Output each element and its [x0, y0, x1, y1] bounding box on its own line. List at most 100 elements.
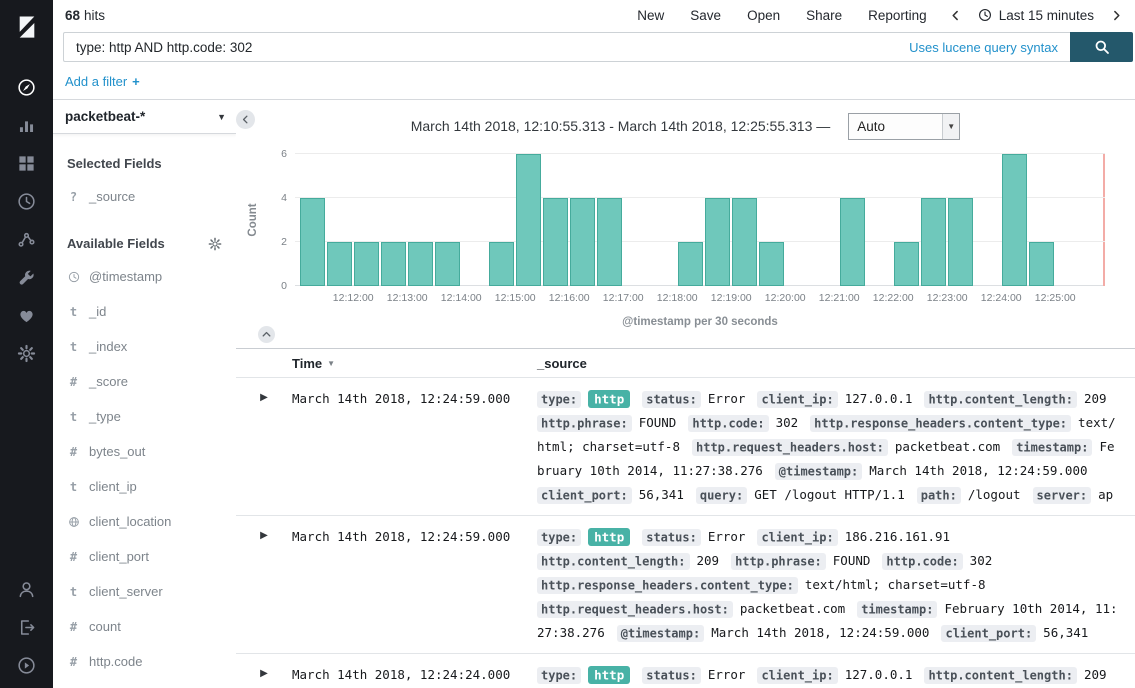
source-field-value: FOUND: [833, 553, 871, 568]
menu-save[interactable]: Save: [690, 8, 721, 23]
histogram-bar[interactable]: [678, 242, 703, 286]
histogram-bar[interactable]: [408, 242, 433, 286]
histogram-bar[interactable]: [948, 198, 973, 286]
histogram-bar[interactable]: [354, 242, 379, 286]
source-field-name: http.content_length:: [924, 667, 1077, 684]
histogram-bar[interactable]: [489, 242, 514, 286]
histogram-bar[interactable]: [840, 198, 865, 286]
field-item-_id[interactable]: t_id: [67, 294, 226, 329]
timepicker-button[interactable]: Last 15 minutes: [978, 8, 1094, 23]
histogram-bar[interactable]: [570, 198, 595, 286]
timepicker-label: Last 15 minutes: [999, 8, 1094, 23]
number-field-icon: #: [67, 620, 80, 634]
source-field-name: status:: [642, 667, 701, 684]
nav-item-machine-learning[interactable]: [0, 220, 53, 258]
histogram-bar[interactable]: [894, 242, 919, 286]
source-field-value: 186.216.161.91: [845, 529, 950, 544]
field-label: http.code: [89, 654, 143, 669]
source-field-value: 209: [697, 553, 720, 568]
histogram-bar[interactable]: [1029, 242, 1054, 286]
histogram-bar[interactable]: [597, 198, 622, 286]
field-item-count[interactable]: #count: [67, 609, 226, 644]
timepicker-forward-button[interactable]: [1110, 9, 1123, 22]
field-label: client_port: [89, 549, 149, 564]
histogram-bar[interactable]: [435, 242, 460, 286]
lucene-syntax-link[interactable]: Uses lucene query syntax: [909, 40, 1058, 55]
histogram-bar[interactable]: [300, 198, 325, 286]
interval-value: Auto: [857, 119, 885, 134]
dev-tools-icon: [17, 268, 36, 287]
doc-table-body: ▶March 14th 2018, 12:24:59.000type:https…: [236, 378, 1135, 688]
timepicker-back-button[interactable]: [949, 9, 962, 22]
search-button[interactable]: [1070, 32, 1133, 62]
field-item-client_port[interactable]: #client_port: [67, 539, 226, 574]
time-column-header[interactable]: Time ▼: [292, 356, 537, 371]
nav-item-logout[interactable]: [0, 608, 53, 646]
source-field-value: Error: [708, 529, 746, 544]
menu-share[interactable]: Share: [806, 8, 842, 23]
histogram-bar[interactable]: [921, 198, 946, 286]
nav-item-visualize[interactable]: [0, 106, 53, 144]
expand-row-button[interactable]: ▶: [236, 387, 292, 507]
histogram-bar[interactable]: [732, 198, 757, 286]
histogram-bar[interactable]: [543, 198, 568, 286]
nav-item-dev-tools[interactable]: [0, 258, 53, 296]
source-field-name: http.phrase:: [731, 553, 826, 570]
field-item-client_ip[interactable]: tclient_ip: [67, 469, 226, 504]
field-item-_index[interactable]: t_index: [67, 329, 226, 364]
nav-item-account[interactable]: [0, 570, 53, 608]
index-pattern-selector[interactable]: packetbeat-* ▼: [53, 100, 236, 134]
field-item-@timestamp[interactable]: @timestamp: [67, 259, 226, 294]
search-query-input[interactable]: type: http AND http.code: 302 Uses lucen…: [63, 32, 1070, 62]
app-nav-top: [0, 68, 53, 372]
field-item-http.code[interactable]: #http.code: [67, 644, 226, 679]
row-time: March 14th 2018, 12:24:24.000: [292, 663, 537, 688]
histogram-plot[interactable]: [295, 154, 1105, 286]
histogram-bar[interactable]: [1002, 154, 1027, 286]
source-field-value: Error: [708, 391, 746, 406]
field-settings-gear-icon[interactable]: [208, 237, 222, 251]
nav-item-management[interactable]: [0, 334, 53, 372]
field-item-bytes_out[interactable]: #bytes_out: [67, 434, 226, 469]
histogram-bar[interactable]: [327, 242, 352, 286]
kibana-logo[interactable]: [0, 0, 53, 54]
number-field-icon: #: [67, 375, 80, 389]
field-item-_type[interactable]: t_type: [67, 399, 226, 434]
machine-learning-icon: [17, 230, 36, 249]
field-label: _source: [89, 189, 135, 204]
visualize-icon: [17, 116, 36, 135]
nav-item-discover[interactable]: [0, 68, 53, 106]
app-sidebar: [0, 0, 53, 688]
documents-table: Time ▼ _source ▶March 14th 2018, 12:24:5…: [236, 348, 1135, 688]
collapse-chart-button[interactable]: [258, 326, 275, 343]
field-item-_score[interactable]: #_score: [67, 364, 226, 399]
clock-icon: [978, 8, 992, 22]
histogram-bar[interactable]: [705, 198, 730, 286]
menu-reporting[interactable]: Reporting: [868, 8, 927, 23]
field-item-client_server[interactable]: tclient_server: [67, 574, 226, 609]
expand-row-button[interactable]: ▶: [236, 525, 292, 645]
expand-row-button[interactable]: ▶: [236, 663, 292, 688]
nav-item-timelion[interactable]: [0, 182, 53, 220]
histogram-bar[interactable]: [759, 242, 784, 286]
interval-select[interactable]: Auto ▼: [848, 113, 960, 140]
menu-open[interactable]: Open: [747, 8, 780, 23]
source-field-name: client_ip:: [757, 529, 837, 546]
string-field-icon: t: [67, 585, 80, 599]
row-time: March 14th 2018, 12:24:59.000: [292, 525, 537, 645]
source-field-value: March 14th 2018, 12:24:59.000: [869, 463, 1087, 478]
add-filter-button[interactable]: Add a filter+: [65, 74, 140, 89]
hits-count: 68hits: [65, 8, 105, 23]
histogram-bar[interactable]: [381, 242, 406, 286]
selected-fields-list: ?_source: [67, 179, 226, 214]
y-tick-label: 0: [257, 280, 287, 292]
field-item-client_location[interactable]: client_location: [67, 504, 226, 539]
source-field-value: GET /logout HTTP/1.1: [754, 487, 905, 502]
nav-item-collapse[interactable]: [0, 646, 53, 684]
field-item-_source[interactable]: ?_source: [67, 179, 226, 214]
nav-item-monitoring[interactable]: [0, 296, 53, 334]
menu-new[interactable]: New: [637, 8, 664, 23]
histogram-bar[interactable]: [516, 154, 541, 286]
row-source: type:httpstatus:Errorclient_ip:127.0.0.1…: [537, 387, 1125, 507]
nav-item-dashboard[interactable]: [0, 144, 53, 182]
